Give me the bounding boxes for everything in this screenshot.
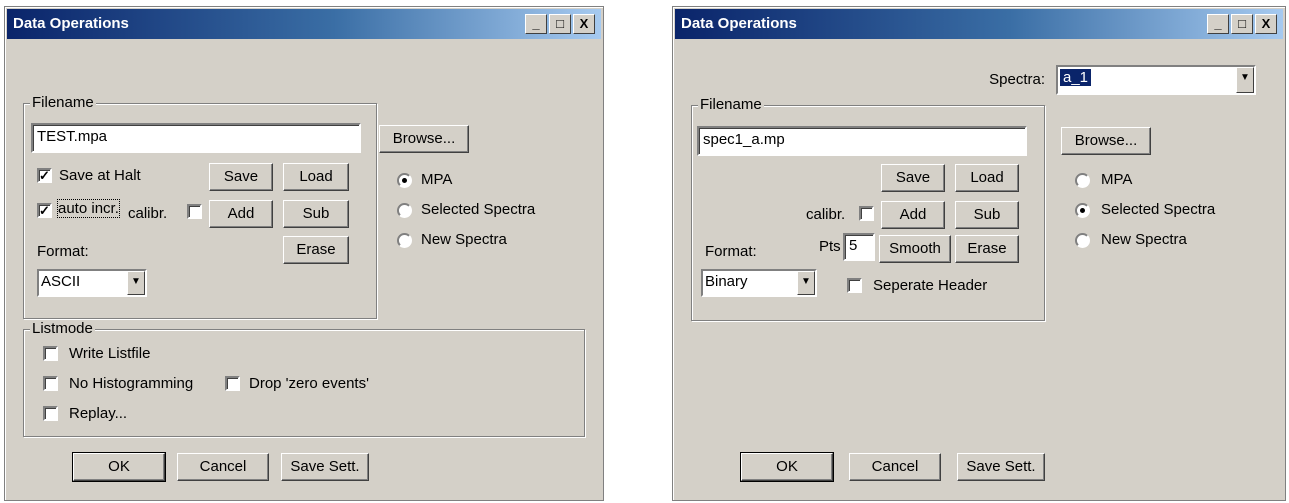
title-bar[interactable]: Data Operations _ □ X	[7, 9, 601, 39]
spectra-select-value: a_1	[1060, 69, 1092, 86]
save-at-halt-label: Save at Halt	[59, 167, 141, 184]
radio-mpa[interactable]	[1075, 173, 1090, 188]
format-select[interactable]: ASCII ▼	[37, 269, 147, 297]
replay-label: Replay...	[69, 405, 128, 422]
chevron-down-icon[interactable]: ▼	[797, 271, 815, 295]
save-button[interactable]: Save	[209, 163, 273, 191]
drop-zero-events-label: Drop 'zero events'	[249, 375, 369, 392]
smooth-button[interactable]: Smooth	[879, 235, 951, 263]
filename-input[interactable]: TEST.mpa	[31, 123, 361, 153]
radio-selected-spectra[interactable]	[397, 203, 412, 218]
spectra-label: Spectra:	[989, 71, 1045, 88]
no-histogramming-checkbox[interactable]	[43, 376, 58, 391]
no-histogramming-label: No Histogramming	[69, 375, 194, 392]
calibr-checkbox[interactable]	[859, 206, 874, 221]
save-settings-button[interactable]: Save Sett.	[281, 453, 369, 481]
radio-new-spectra-label: New Spectra	[421, 231, 507, 248]
erase-button[interactable]: Erase	[283, 236, 349, 264]
save-at-halt-checkbox[interactable]: ✓	[37, 168, 52, 183]
format-select-value: ASCII	[41, 273, 81, 290]
add-button[interactable]: Add	[209, 200, 273, 228]
write-listfile-label: Write Listfile	[69, 345, 151, 362]
calibr-label: calibr.	[806, 206, 846, 223]
calibr-checkbox[interactable]	[187, 204, 202, 219]
ok-button[interactable]: OK	[740, 452, 834, 482]
filename-group-label: Filename	[698, 96, 764, 113]
separate-header-checkbox[interactable]	[847, 278, 862, 293]
load-button[interactable]: Load	[955, 164, 1019, 192]
maximize-button[interactable]: □	[549, 14, 571, 34]
filename-group-label: Filename	[30, 94, 96, 111]
drop-zero-events-checkbox[interactable]	[225, 376, 240, 391]
data-operations-window-left: Data Operations _ □ X Filename TEST.mpa …	[4, 6, 604, 501]
maximize-button[interactable]: □	[1231, 14, 1253, 34]
save-button[interactable]: Save	[881, 164, 945, 192]
erase-button[interactable]: Erase	[955, 235, 1019, 263]
radio-new-spectra-label: New Spectra	[1101, 231, 1187, 248]
add-button[interactable]: Add	[881, 201, 945, 229]
sub-button[interactable]: Sub	[955, 201, 1019, 229]
radio-mpa-label: MPA	[421, 171, 453, 188]
format-label: Format:	[37, 243, 89, 260]
cancel-button[interactable]: Cancel	[849, 453, 941, 481]
minimize-button[interactable]: _	[1207, 14, 1229, 34]
format-label: Format:	[705, 243, 757, 260]
minimize-button[interactable]: _	[525, 14, 547, 34]
window-title: Data Operations	[681, 15, 797, 32]
radio-selected-spectra-label: Selected Spectra	[421, 201, 536, 218]
pts-input[interactable]: 5	[843, 233, 875, 261]
chevron-down-icon[interactable]: ▼	[1236, 67, 1254, 93]
radio-selected-spectra[interactable]	[1075, 203, 1090, 218]
browse-button[interactable]: Browse...	[379, 125, 469, 153]
replay-checkbox[interactable]	[43, 406, 58, 421]
pts-label: Pts	[819, 238, 841, 255]
separate-header-label: Seperate Header	[873, 277, 988, 294]
close-button[interactable]: X	[573, 14, 595, 34]
load-button[interactable]: Load	[283, 163, 349, 191]
auto-incr-label: auto incr.	[57, 199, 120, 218]
format-select[interactable]: Binary ▼	[701, 269, 817, 297]
browse-button[interactable]: Browse...	[1061, 127, 1151, 155]
listmode-group-label: Listmode	[30, 320, 95, 337]
ok-button[interactable]: OK	[72, 452, 166, 482]
spectra-select[interactable]: a_1 ▼	[1056, 65, 1256, 95]
window-title: Data Operations	[13, 15, 129, 32]
calibr-label: calibr.	[128, 205, 168, 222]
radio-mpa[interactable]	[397, 173, 412, 188]
title-bar[interactable]: Data Operations _ □ X	[675, 9, 1283, 39]
radio-mpa-label: MPA	[1101, 171, 1133, 188]
sub-button[interactable]: Sub	[283, 200, 349, 228]
cancel-button[interactable]: Cancel	[177, 453, 269, 481]
radio-selected-spectra-label: Selected Spectra	[1101, 201, 1216, 218]
radio-new-spectra[interactable]	[1075, 233, 1090, 248]
radio-new-spectra[interactable]	[397, 233, 412, 248]
chevron-down-icon[interactable]: ▼	[127, 271, 145, 295]
close-button[interactable]: X	[1255, 14, 1277, 34]
save-settings-button[interactable]: Save Sett.	[957, 453, 1045, 481]
format-select-value: Binary	[705, 273, 748, 290]
data-operations-window-right: Data Operations _ □ X Spectra: a_1 ▼ Fil…	[672, 6, 1286, 501]
write-listfile-checkbox[interactable]	[43, 346, 58, 361]
auto-incr-checkbox[interactable]: ✓	[37, 203, 52, 218]
filename-input[interactable]: spec1_a.mp	[697, 126, 1027, 156]
